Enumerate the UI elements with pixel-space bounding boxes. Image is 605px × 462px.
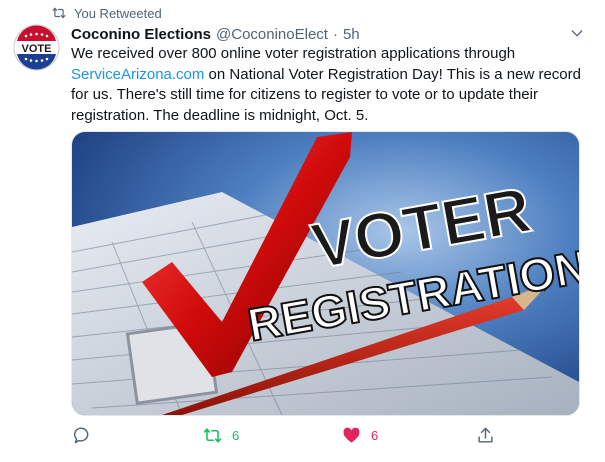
voter-registration-image: VOTER REGISTRATION — [72, 132, 579, 415]
tweet-header: Coconino Elections @CoconinoElect · 5h — [71, 24, 585, 44]
separator-dot: · — [332, 25, 338, 43]
tweet-text-part1: We received over 800 online voter regist… — [71, 45, 516, 62]
tweet-text: We received over 800 online voter regist… — [71, 44, 586, 126]
avatar-text: VOTE — [22, 43, 52, 55]
share-button[interactable] — [476, 424, 495, 446]
retweet-count: 6 — [232, 427, 240, 443]
like-button[interactable]: 6 — [342, 424, 378, 446]
author-display-name[interactable]: Coconino Elections — [71, 26, 211, 43]
retweet-button[interactable]: 6 — [203, 424, 239, 446]
share-icon — [478, 427, 493, 443]
heart-icon — [343, 427, 360, 443]
tweet-actions: 6 6 — [71, 424, 531, 446]
tweet-image[interactable]: VOTER REGISTRATION — [71, 131, 580, 416]
retweet-icon — [52, 7, 66, 19]
retweet-context: You Retweeted — [52, 4, 162, 22]
avatar[interactable]: VOTE — [13, 24, 60, 71]
tweet-link[interactable]: ServiceArizona.com — [71, 66, 204, 83]
retweet-icon — [203, 427, 222, 443]
like-count: 6 — [371, 427, 379, 443]
chevron-down-icon[interactable] — [569, 25, 585, 41]
tweet-timestamp[interactable]: 5h — [343, 26, 360, 43]
reply-icon — [74, 427, 89, 443]
author-handle[interactable]: @CoconinoElect — [216, 26, 328, 43]
tweet[interactable]: You Retweeted VOTE Coconino Elections @C… — [0, 0, 605, 462]
reply-button[interactable] — [73, 424, 102, 446]
retweet-context-label: You Retweeted — [74, 5, 162, 21]
